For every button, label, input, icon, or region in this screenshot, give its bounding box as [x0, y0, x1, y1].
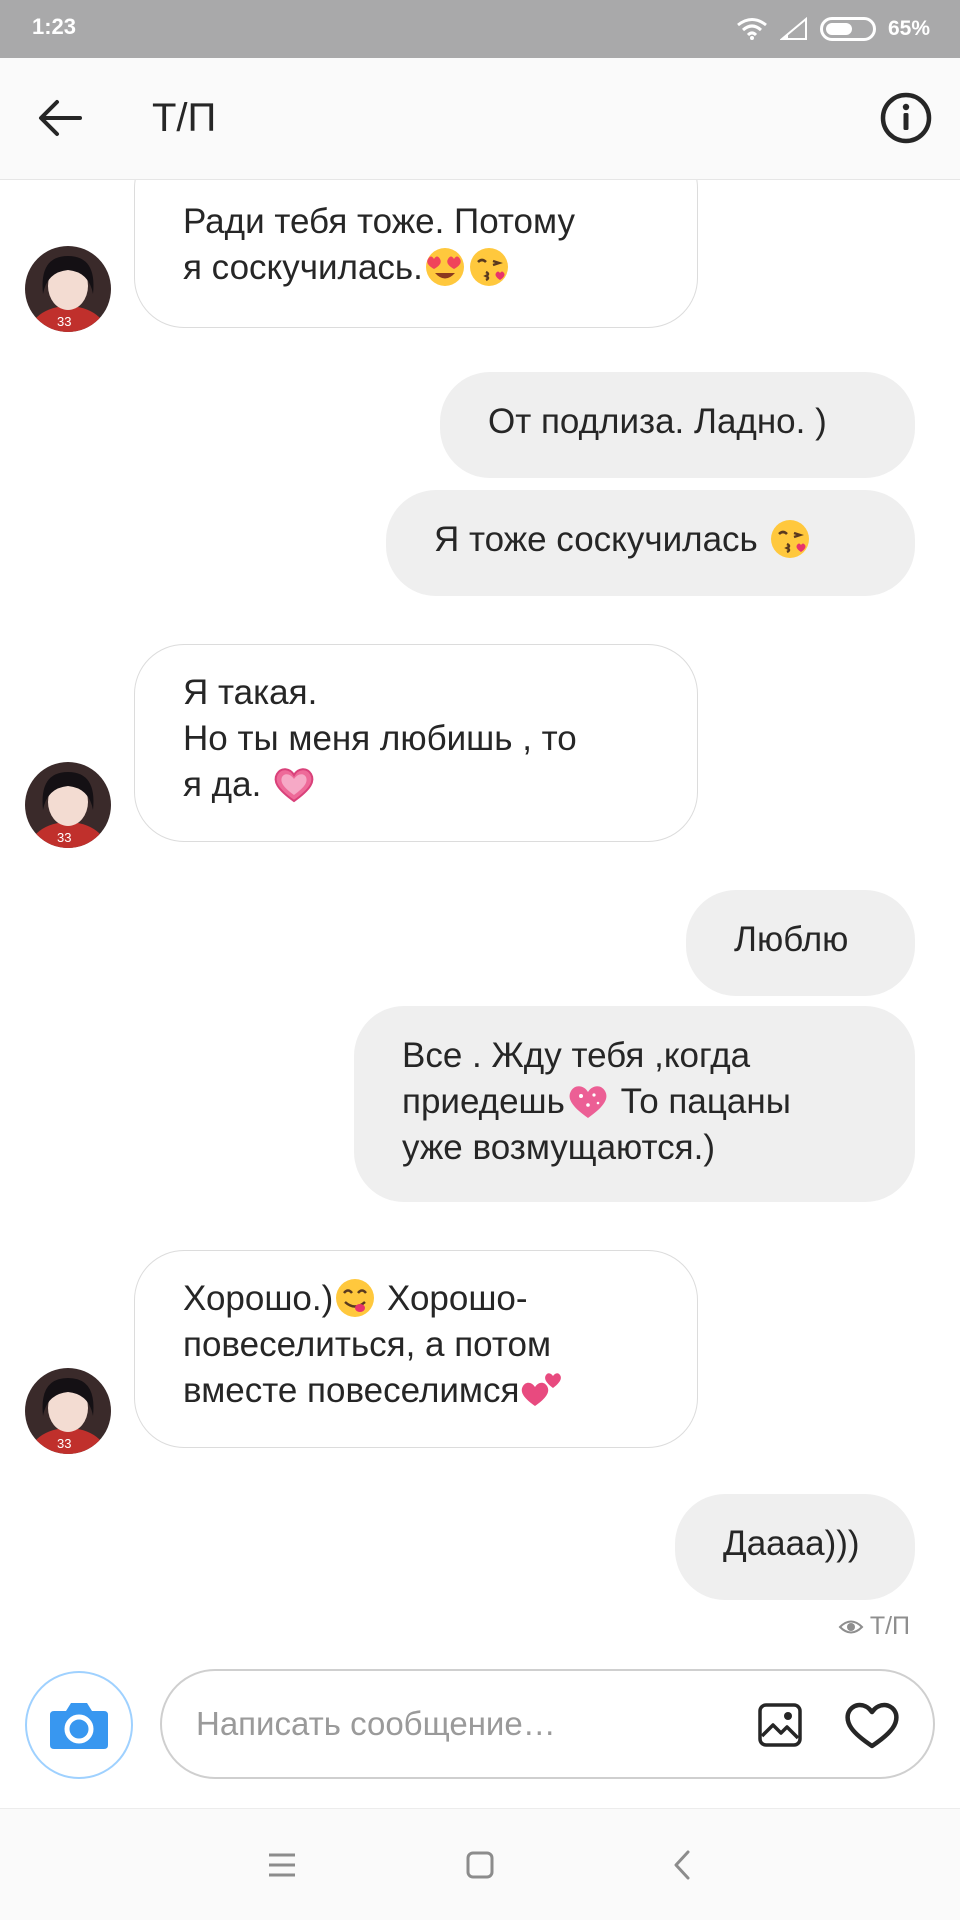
incoming-message[interactable]: Ради тебя тоже. Потому я соскучилась.	[134, 180, 698, 328]
info-icon	[880, 92, 932, 144]
avatar[interactable]: 33	[25, 762, 111, 848]
incoming-message[interactable]: Хорошо.) Хорошо- повеселиться, а потом в…	[134, 1250, 698, 1448]
message-input-container	[160, 1669, 935, 1779]
home-button[interactable]	[458, 1843, 502, 1887]
message-input[interactable]	[196, 1699, 736, 1749]
incoming-message[interactable]: Я такая. Но ты меня любишь , то я да.	[134, 644, 698, 842]
kiss-emoji	[469, 248, 508, 286]
message-text: От подлиза. Ладно. )	[488, 402, 827, 441]
outgoing-message[interactable]: Все . Жду тебя ,когда приедешь То пацаны…	[354, 1006, 915, 1202]
message-text: Я тоже соскучилась	[434, 520, 768, 559]
profile-photo: 33	[25, 762, 111, 848]
message-text: Ради тебя тоже. Потому я соскучилась.	[183, 202, 575, 287]
yum-face-emoji	[336, 1279, 375, 1317]
seen-label: Т/П	[869, 1612, 910, 1640]
system-navigation-bar	[0, 1808, 960, 1920]
two-hearts-emoji	[522, 1373, 562, 1406]
status-bar: 1:23 65%	[0, 0, 960, 58]
seen-indicator: Т/П	[838, 1612, 910, 1641]
sparkling-heart-emoji	[569, 1086, 607, 1118]
heart-eyes-emoji	[425, 248, 464, 286]
heart-emoji	[274, 768, 314, 803]
chevron-left-icon	[674, 1850, 690, 1880]
outgoing-message[interactable]: Даааа)))	[675, 1494, 915, 1600]
message-text: Я такая. Но ты меня любишь , то я да.	[183, 673, 577, 804]
status-time: 1:23	[32, 14, 77, 39]
outgoing-message[interactable]: От подлиза. Ладно. )	[440, 372, 915, 478]
profile-photo: 33	[25, 1368, 111, 1454]
system-back-button[interactable]	[660, 1843, 704, 1887]
camera-button[interactable]	[25, 1671, 133, 1779]
profile-photo: 33	[25, 246, 111, 332]
info-button[interactable]	[876, 88, 936, 148]
avatar[interactable]: 33	[25, 1368, 111, 1454]
arrow-left-icon	[39, 100, 82, 136]
heart-icon	[845, 1702, 899, 1749]
message-text: Люблю	[734, 920, 849, 959]
wifi-icon	[737, 18, 767, 40]
like-button[interactable]	[841, 1696, 903, 1754]
gallery-button[interactable]	[753, 1698, 807, 1752]
kiss-emoji	[770, 520, 809, 558]
menu-icon	[269, 1853, 295, 1877]
menu-button[interactable]	[260, 1843, 304, 1887]
message-text: Даааа)))	[723, 1524, 860, 1563]
battery-icon	[819, 17, 876, 41]
message-list[interactable]: Ради тебя тоже. Потому я соскучилась. 33…	[0, 180, 960, 1660]
conversation-title[interactable]: Т/П	[152, 96, 216, 141]
image-icon	[758, 1703, 802, 1747]
signal-icon	[779, 17, 807, 40]
message-composer	[0, 1660, 960, 1810]
eye-icon	[838, 1620, 864, 1633]
home-square-icon	[466, 1851, 494, 1879]
svg-text:33: 33	[57, 314, 71, 329]
camera-icon	[50, 1703, 108, 1749]
avatar[interactable]: 33	[25, 246, 111, 332]
svg-text:33: 33	[57, 830, 71, 845]
back-button[interactable]	[30, 88, 90, 148]
message-text: Хорошо.)	[183, 1279, 334, 1318]
status-icons: 65%	[736, 12, 930, 46]
outgoing-message[interactable]: Люблю	[686, 890, 915, 996]
chat-header: Т/П	[0, 58, 960, 180]
outgoing-message[interactable]: Я тоже соскучилась	[386, 490, 915, 596]
svg-text:33: 33	[57, 1436, 71, 1451]
battery-percent: 65%	[887, 17, 930, 40]
